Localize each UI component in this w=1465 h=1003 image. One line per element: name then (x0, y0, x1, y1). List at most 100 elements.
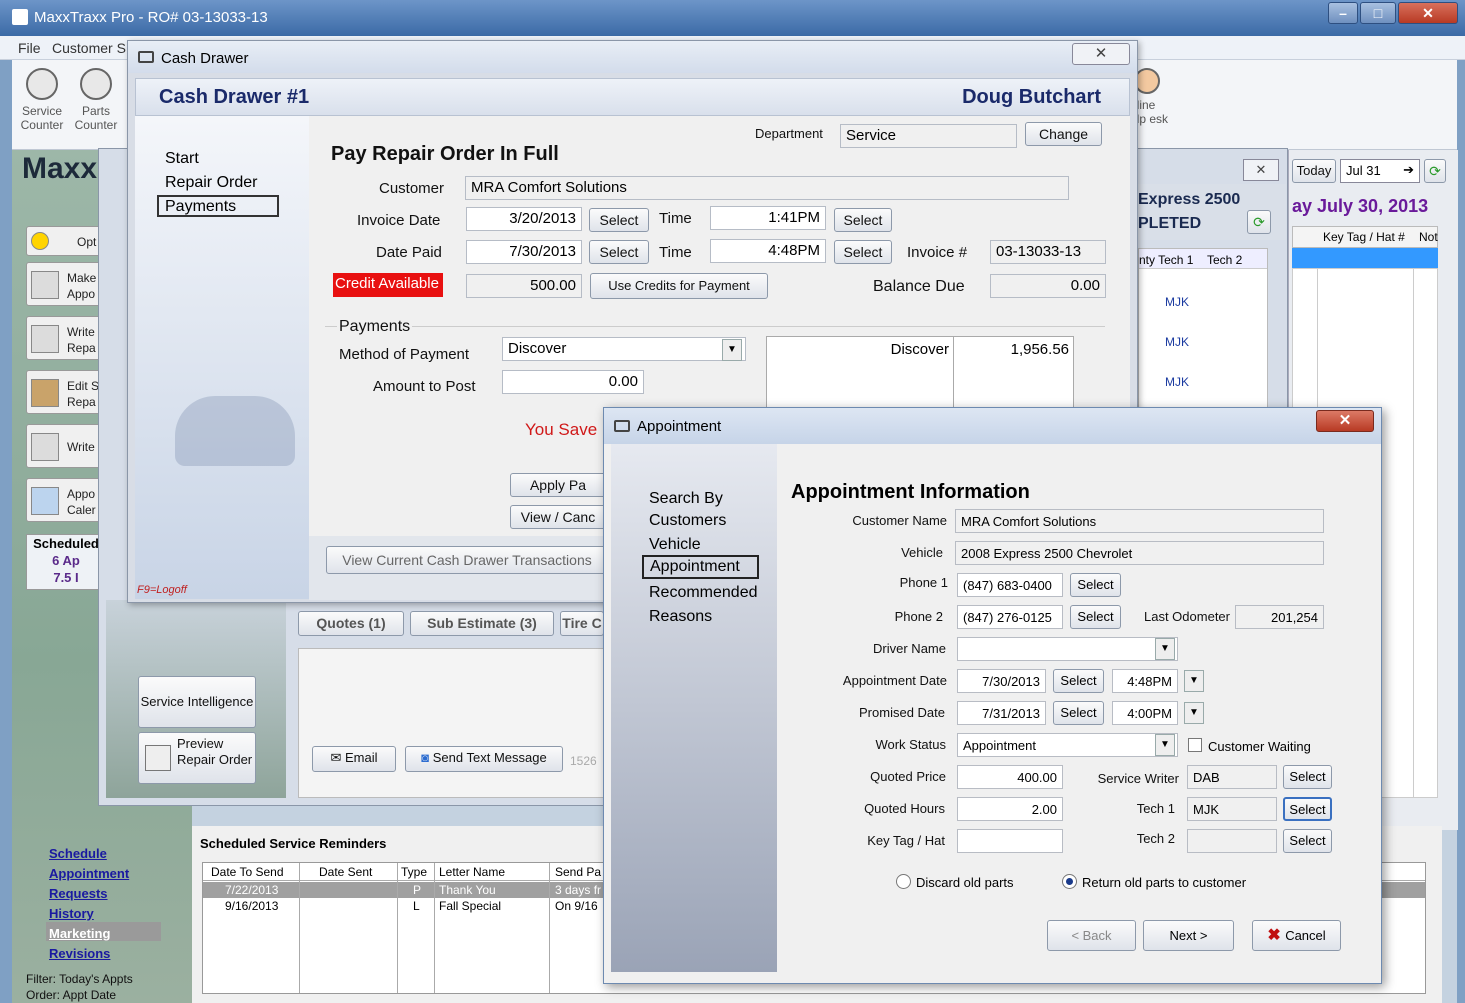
chevron-down-icon[interactable]: ▼ (1155, 734, 1175, 756)
discard-parts-radio[interactable] (896, 874, 911, 889)
edit-repair-button[interactable]: Edit S Repa (26, 370, 106, 414)
chevron-down-icon[interactable]: ▼ (1155, 638, 1175, 660)
payment-list[interactable]: Discover 1,956.56 (766, 336, 1074, 410)
link-revisions[interactable]: Revisions (49, 946, 110, 961)
use-credits-button[interactable]: Use Credits for Payment (590, 273, 768, 299)
work-status-select[interactable]: Appointment (957, 733, 1178, 757)
options-button[interactable]: Opt (26, 226, 106, 256)
view-cancel-button[interactable]: View / Canc (510, 505, 606, 529)
nav-recommended[interactable]: Recommended (649, 584, 758, 602)
date-selector[interactable]: Jul 31 ➔ (1340, 159, 1420, 183)
email-icon: ✉ (330, 750, 345, 765)
link-requests[interactable]: Requests (49, 886, 108, 901)
change-button[interactable]: Change (1025, 122, 1102, 146)
email-button[interactable]: ✉ Email (312, 746, 396, 772)
refresh-icon[interactable]: ⟳ (1424, 159, 1446, 183)
nav-appointment[interactable]: Appointment (642, 555, 759, 579)
service-counter-button[interactable]: Service Counter (12, 60, 72, 132)
appointment-date-label: Appointment Date (842, 673, 947, 688)
next-button[interactable]: Next > (1143, 920, 1234, 951)
close-button[interactable]: ✕ (1398, 2, 1458, 24)
tech2-select-button[interactable]: Select (1283, 829, 1332, 853)
quoted-price-field[interactable]: 400.00 (957, 765, 1063, 789)
invoice-date-select-button[interactable]: Select (589, 208, 649, 232)
method-of-payment-label: Method of Payment (339, 346, 470, 363)
quoted-hours-field[interactable]: 2.00 (957, 797, 1063, 821)
back-button[interactable]: < Back (1047, 920, 1136, 951)
chevron-down-icon[interactable]: ▼ (1184, 670, 1204, 692)
menu-file[interactable]: File (18, 40, 41, 56)
service-writer-select-button[interactable]: Select (1283, 765, 1332, 789)
amount-to-post-field[interactable]: 0.00 (502, 370, 644, 394)
link-marketing[interactable]: Marketing (49, 926, 110, 941)
invoice-time-label: Time (659, 210, 692, 227)
refresh-status-icon[interactable]: ⟳ (1247, 210, 1271, 234)
cash-drawer-close-button[interactable]: ✕ (1072, 43, 1130, 65)
tab-tire[interactable]: Tire C (560, 611, 604, 636)
tab-quotes[interactable]: Quotes (1) (298, 611, 404, 636)
appointment-time-field[interactable]: 4:48PM (1112, 669, 1178, 693)
link-appointment[interactable]: Appointment (49, 866, 129, 881)
cancel-button[interactable]: ✖ Cancel (1252, 920, 1341, 951)
department-label: Department (755, 126, 823, 141)
nav-vehicle[interactable]: Vehicle (649, 536, 701, 554)
nav-start[interactable]: Start (165, 150, 199, 168)
calendar-icon (31, 487, 59, 515)
minimize-button[interactable]: – (1328, 2, 1358, 24)
menu-customer[interactable]: Customer S (52, 40, 126, 56)
ro-close-button[interactable]: ✕ (1243, 159, 1279, 181)
promised-date-select-button[interactable]: Select (1053, 701, 1104, 725)
date-paid-select-button[interactable]: Select (589, 240, 649, 264)
phone1-select-button[interactable]: Select (1070, 573, 1121, 597)
chevron-down-icon[interactable]: ▼ (722, 339, 742, 361)
paid-time-field[interactable]: 4:48PM (710, 239, 826, 263)
link-history[interactable]: History (49, 906, 94, 921)
invoice-time-field[interactable]: 1:41PM (710, 206, 826, 230)
service-intelligence-button[interactable]: Service Intelligence (138, 676, 256, 728)
write-button[interactable]: Write (26, 424, 106, 468)
tab-sub-estimate[interactable]: Sub Estimate (3) (410, 611, 554, 636)
window-icon (614, 420, 630, 432)
tech1-select-button[interactable]: Select (1283, 797, 1332, 821)
nav-search-customers[interactable]: Search By Customers (649, 488, 759, 532)
date-paid-field[interactable]: 7/30/2013 (466, 240, 582, 264)
today-button[interactable]: Today (1292, 159, 1336, 183)
invoice-time-select-button[interactable]: Select (834, 208, 892, 232)
promised-date-field[interactable]: 7/31/2013 (957, 701, 1046, 725)
invoice-number-label: Invoice # (907, 244, 968, 261)
phone1-field[interactable]: (847) 683-0400 (957, 573, 1063, 597)
key-tag-label: Key Tag / Hat (867, 833, 945, 848)
maximize-button[interactable]: □ (1360, 2, 1396, 24)
nav-reasons[interactable]: Reasons (649, 608, 712, 626)
key-tag-field[interactable] (957, 829, 1063, 853)
schedule-selected-row[interactable] (1292, 248, 1438, 268)
method-of-payment-select[interactable]: Discover (502, 337, 746, 361)
phone2-select-button[interactable]: Select (1070, 605, 1121, 629)
phone2-field[interactable]: (847) 276-0125 (957, 605, 1063, 629)
view-transactions-button[interactable]: View Current Cash Drawer Transactions (326, 546, 608, 574)
return-parts-radio[interactable] (1062, 874, 1077, 889)
chevron-down-icon[interactable]: ▼ (1184, 702, 1204, 724)
apply-payment-button[interactable]: Apply Pa (510, 473, 606, 497)
invoice-date-field[interactable]: 3/20/2013 (466, 207, 582, 231)
link-schedule[interactable]: Schedule (49, 846, 107, 861)
customer-name-label: Customer Name (852, 513, 947, 528)
appointment-date-field[interactable]: 7/30/2013 (957, 669, 1046, 693)
appointment-date-select-button[interactable]: Select (1053, 669, 1104, 693)
parts-counter-button[interactable]: Parts Counter (66, 60, 126, 132)
appointment-close-button[interactable]: ✕ (1316, 410, 1374, 432)
nav-payments[interactable]: Payments (157, 195, 279, 217)
paid-time-select-button[interactable]: Select (834, 240, 892, 264)
driver-name-select[interactable] (957, 637, 1178, 661)
service-writer-field: DAB (1187, 765, 1277, 789)
preview-repair-order-button[interactable]: Preview Repair Order (138, 732, 256, 784)
arrow-right-icon: ➔ (1403, 162, 1414, 177)
promised-time-field[interactable]: 4:00PM (1112, 701, 1178, 725)
send-text-button[interactable]: ◙ Send Text Message (405, 746, 563, 772)
write-repair-button[interactable]: Write Repa (26, 316, 106, 360)
appointment-calendar-button[interactable]: Appo Caler (26, 478, 106, 522)
nav-repair-order[interactable]: Repair Order (165, 174, 257, 192)
make-appointment-button[interactable]: Make Appo (26, 262, 106, 306)
gears-icon (80, 68, 112, 100)
customer-waiting-checkbox[interactable] (1188, 738, 1202, 752)
